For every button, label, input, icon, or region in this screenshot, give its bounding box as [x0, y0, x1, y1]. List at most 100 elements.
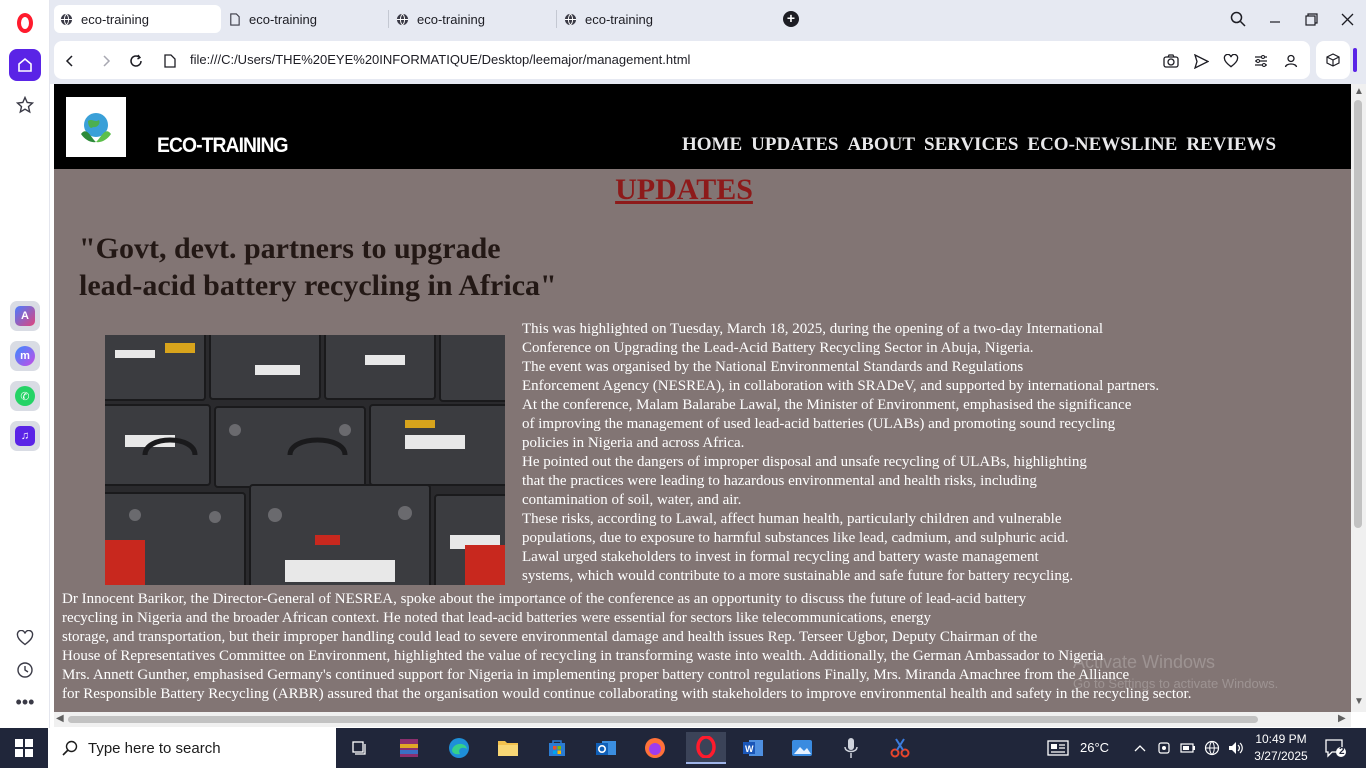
article-title: "Govt, devt. partners to upgrade lead-ac…: [79, 232, 557, 302]
firefox-icon[interactable]: [637, 732, 673, 764]
nav-eco-newsline[interactable]: ECO-NEWSLINE: [1027, 134, 1177, 156]
activate-windows-watermark: Activate Windows: [1073, 652, 1216, 672]
meet-now-icon[interactable]: [1154, 732, 1174, 764]
text-line: of improving the management of used lead…: [522, 416, 1116, 432]
page-heading: UPDATES: [615, 173, 753, 206]
new-tab-plus-icon[interactable]: +: [783, 11, 799, 27]
tab-4[interactable]: eco-training: [558, 5, 724, 33]
back-arrow-icon[interactable]: [60, 51, 80, 71]
vertical-scroll-thumb[interactable]: [1354, 100, 1362, 528]
text-line: Enforcement Agency (NESREA), in collabor…: [522, 378, 1160, 394]
article-intro-text: This was highlighted on Tuesday, March 1…: [522, 320, 1222, 586]
sidebar-accent-bar: [1353, 48, 1357, 72]
bookmark-heart-icon[interactable]: [1221, 51, 1241, 71]
svg-text:W: W: [745, 744, 754, 754]
windows-taskbar: Type here to search W 26°C 10:49 PM 3/27…: [0, 728, 1366, 768]
network-globe-icon[interactable]: [1202, 732, 1222, 764]
snapshot-camera-icon[interactable]: [1161, 51, 1181, 71]
nav-services[interactable]: SERVICES: [924, 134, 1018, 156]
restore-icon[interactable]: [1299, 8, 1323, 30]
voice-recorder-icon[interactable]: [833, 732, 869, 764]
reload-icon[interactable]: [126, 51, 146, 71]
close-window-icon[interactable]: [1335, 8, 1359, 30]
volume-speaker-icon[interactable]: [1226, 732, 1246, 764]
text-line: systems, which would contribute to a mor…: [522, 568, 1074, 584]
text-line: This was highlighted on Tuesday, March 1…: [522, 321, 1104, 337]
text-line: At the conference, Malam Balarabe Lawal,…: [522, 397, 1132, 413]
tab-3[interactable]: eco-training: [390, 5, 556, 33]
search-icon: [62, 740, 78, 756]
windows-start-icon[interactable]: [0, 728, 48, 768]
music-player-app-icon[interactable]: ♫: [10, 421, 40, 451]
file-page-icon[interactable]: [160, 51, 180, 71]
file-explorer-icon[interactable]: [490, 732, 526, 764]
messenger-app-icon[interactable]: m: [10, 341, 40, 371]
vertical-scrollbar[interactable]: ▲ ▼: [1351, 84, 1366, 712]
text-line: policies in Nigeria and across Africa.: [522, 435, 745, 451]
text-line: populations, due to exposure to harmful …: [522, 530, 1069, 546]
microsoft-store-icon[interactable]: [539, 732, 575, 764]
tab-title: eco-training: [249, 11, 317, 27]
text-line: that the practices were leading to hazar…: [522, 473, 1037, 489]
show-hidden-icons-chevron-icon[interactable]: [1130, 732, 1150, 764]
nav-updates[interactable]: UPDATES: [751, 134, 838, 156]
bookmarks-star-icon[interactable]: [9, 89, 41, 121]
favorites-heart-icon[interactable]: [9, 622, 41, 654]
speed-dial-home-icon[interactable]: [9, 49, 41, 81]
text-line: contamination of soil, water, and air.: [522, 492, 742, 508]
opera-logo-icon[interactable]: [12, 10, 38, 36]
edge-browser-icon[interactable]: [441, 732, 477, 764]
tab-separator: [556, 10, 557, 28]
page-viewport: ECO-TRAINING HOME UPDATES ABOUT SERVICES…: [54, 84, 1351, 712]
aria-app-icon[interactable]: A: [10, 301, 40, 331]
text-line: storage, and transportation, but their i…: [62, 629, 1038, 645]
text-line: Dr Innocent Barikor, the Director-Genera…: [62, 591, 1027, 607]
address-box: file:///C:/Users/THE%20EYE%20INFORMATIQU…: [54, 41, 1310, 79]
tab-search-icon[interactable]: [1226, 8, 1250, 30]
forward-arrow-icon[interactable]: [96, 51, 116, 71]
winrar-icon[interactable]: [391, 732, 427, 764]
extensions-cube-icon[interactable]: [1316, 41, 1350, 79]
word-icon[interactable]: W: [735, 732, 771, 764]
globe-icon: [564, 13, 577, 25]
weather-temperature[interactable]: 26°C: [1080, 740, 1109, 755]
more-options-icon[interactable]: •••: [9, 686, 41, 718]
taskbar-search-input[interactable]: Type here to search: [48, 728, 336, 768]
snipping-tool-icon[interactable]: [882, 732, 918, 764]
easy-setup-icon[interactable]: [1251, 51, 1271, 71]
nav-about[interactable]: ABOUT: [847, 134, 915, 156]
clock-time: 10:49 PM: [1255, 732, 1307, 746]
activate-windows-subtext: Go to Settings to activate Windows.: [1073, 676, 1279, 691]
text-line: recycling in Nigeria and the broader Afr…: [62, 610, 931, 626]
profile-user-icon[interactable]: [1281, 51, 1301, 71]
battery-power-icon[interactable]: [1178, 732, 1198, 764]
clock-date: 3/27/2025: [1254, 749, 1308, 763]
search-placeholder: Type here to search: [88, 739, 221, 757]
history-clock-icon[interactable]: [9, 654, 41, 686]
car-batteries-photo: [105, 335, 505, 585]
send-share-icon[interactable]: [1191, 51, 1211, 71]
task-view-icon[interactable]: [342, 732, 378, 764]
minimize-icon[interactable]: [1263, 8, 1287, 30]
horizontal-scrollbar[interactable]: ◀ ▶: [54, 712, 1351, 727]
site-logo-globe-icon[interactable]: [66, 97, 126, 157]
notification-center-icon[interactable]: 2: [1320, 732, 1350, 764]
photos-icon[interactable]: [784, 732, 820, 764]
scroll-right-arrow-icon[interactable]: ▶: [1338, 713, 1346, 724]
url-field[interactable]: file:///C:/Users/THE%20EYE%20INFORMATIQU…: [190, 52, 690, 67]
scroll-left-arrow-icon[interactable]: ◀: [56, 713, 64, 724]
nav-home[interactable]: HOME: [682, 134, 742, 156]
system-clock[interactable]: 10:49 PM 3/27/2025: [1252, 731, 1310, 765]
opera-taskbar-icon[interactable]: [686, 732, 726, 764]
whatsapp-app-icon[interactable]: ✆: [10, 381, 40, 411]
tab-1[interactable]: eco-training: [54, 5, 221, 33]
weather-news-icon[interactable]: [1044, 732, 1072, 764]
scroll-down-arrow-icon[interactable]: ▼: [1354, 696, 1364, 707]
nav-reviews[interactable]: REVIEWS: [1186, 134, 1276, 156]
site-title[interactable]: ECO-TRAINING: [157, 134, 289, 158]
scroll-up-arrow-icon[interactable]: ▲: [1354, 86, 1364, 97]
site-nav: HOME UPDATES ABOUT SERVICES ECO-NEWSLINE…: [682, 134, 1285, 156]
outlook-icon[interactable]: [588, 732, 624, 764]
tab-2[interactable]: eco-training: [222, 5, 388, 33]
horizontal-scroll-thumb[interactable]: [68, 716, 1258, 723]
